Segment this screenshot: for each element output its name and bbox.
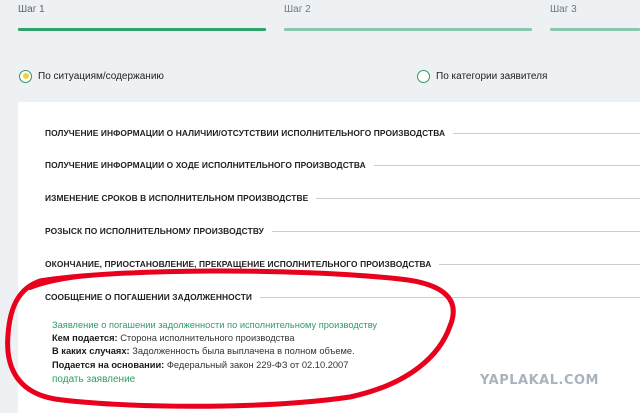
step-1-label: Шаг 1 (18, 4, 45, 15)
detail-basis: Подается на основании: Федеральный закон… (52, 360, 348, 370)
category-divider (373, 164, 640, 166)
category-item[interactable]: ПОЛУЧЕНИЕ ИНФОРМАЦИИ О НАЛИЧИИ/ОТСУТСТВИ… (45, 126, 640, 140)
category-item[interactable]: ОКОНЧАНИЕ, ПРИОСТАНОВЛЕНИЕ, ПРЕКРАЩЕНИЕ … (45, 257, 640, 271)
step-3-progress-bar (550, 28, 640, 31)
category-divider (271, 230, 640, 232)
radio-checked-icon[interactable] (19, 69, 32, 83)
category-divider (316, 197, 640, 199)
radio-by-applicant-label: По категории заявителя (436, 70, 548, 82)
step-1-progress-bar (18, 28, 266, 31)
detail-when: В каких случаях: Задолженность была выпл… (52, 346, 355, 356)
detail-basis-value: Федеральный закон 229-ФЗ от 02.10.2007 (166, 360, 349, 370)
watermark-logo: YAPLAKAL.COM (480, 373, 599, 388)
category-title: ПОЛУЧЕНИЕ ИНФОРМАЦИИ О ХОДЕ ИСПОЛНИТЕЛЬН… (45, 160, 366, 170)
detail-basis-label: Подается на основании: (52, 360, 165, 370)
detail-who-label: Кем подается: (52, 333, 118, 343)
category-title: ОКОНЧАНИЕ, ПРИОСТАНОВЛЕНИЕ, ПРЕКРАЩЕНИЕ … (45, 259, 432, 269)
category-item[interactable]: ИЗМЕНЕНИЕ СРОКОВ В ИСПОЛНИТЕЛЬНОМ ПРОИЗВ… (45, 191, 640, 205)
category-item[interactable]: ПОЛУЧЕНИЕ ИНФОРМАЦИИ О ХОДЕ ИСПОЛНИТЕЛЬН… (45, 158, 640, 172)
category-divider (439, 263, 640, 265)
application-title-link[interactable]: Заявление о погашении задолженности по и… (52, 320, 377, 330)
category-divider (453, 132, 640, 134)
step-2-progress-bar (284, 28, 532, 31)
step-2-label: Шаг 2 (284, 4, 311, 15)
step-2[interactable]: Шаг 2 (284, 0, 532, 34)
step-3[interactable]: Шаг 3 (550, 0, 640, 34)
radio-selected-dot (22, 73, 29, 79)
step-progress: Шаг 1 Шаг 2 Шаг 3 (0, 0, 640, 40)
category-item-expanded[interactable]: СООБЩЕНИЕ О ПОГАШЕНИИ ЗАДОЛЖЕННОСТИ (45, 290, 640, 304)
step-3-label: Шаг 3 (550, 4, 577, 15)
radio-by-situation[interactable]: По ситуациям/содержанию (19, 68, 164, 84)
detail-who: Кем подается: Сторона исполнительного пр… (52, 333, 295, 343)
category-divider (260, 296, 640, 298)
detail-who-value: Сторона исполнительного производства (120, 333, 295, 343)
submit-application-link[interactable]: подать заявление (52, 374, 135, 385)
radio-unchecked-icon[interactable] (417, 69, 430, 83)
category-title: РОЗЫСК ПО ИСПОЛНИТЕЛЬНОМУ ПРОИЗВОДСТВУ (45, 226, 264, 236)
radio-by-applicant[interactable]: По категории заявителя (417, 68, 547, 84)
detail-when-value: Задолженность была выплачена в полном об… (132, 346, 355, 356)
radio-by-situation-label: По ситуациям/содержанию (38, 70, 164, 82)
category-title: ПОЛУЧЕНИЕ ИНФОРМАЦИИ О НАЛИЧИИ/ОТСУТСТВИ… (45, 128, 446, 138)
step-1[interactable]: Шаг 1 (18, 0, 266, 34)
detail-when-label: В каких случаях: (52, 346, 130, 356)
category-title: ИЗМЕНЕНИЕ СРОКОВ В ИСПОЛНИТЕЛЬНОМ ПРОИЗВ… (45, 193, 309, 203)
category-title: СООБЩЕНИЕ О ПОГАШЕНИИ ЗАДОЛЖЕННОСТИ (45, 292, 253, 302)
category-item[interactable]: РОЗЫСК ПО ИСПОЛНИТЕЛЬНОМУ ПРОИЗВОДСТВУ (45, 224, 640, 238)
